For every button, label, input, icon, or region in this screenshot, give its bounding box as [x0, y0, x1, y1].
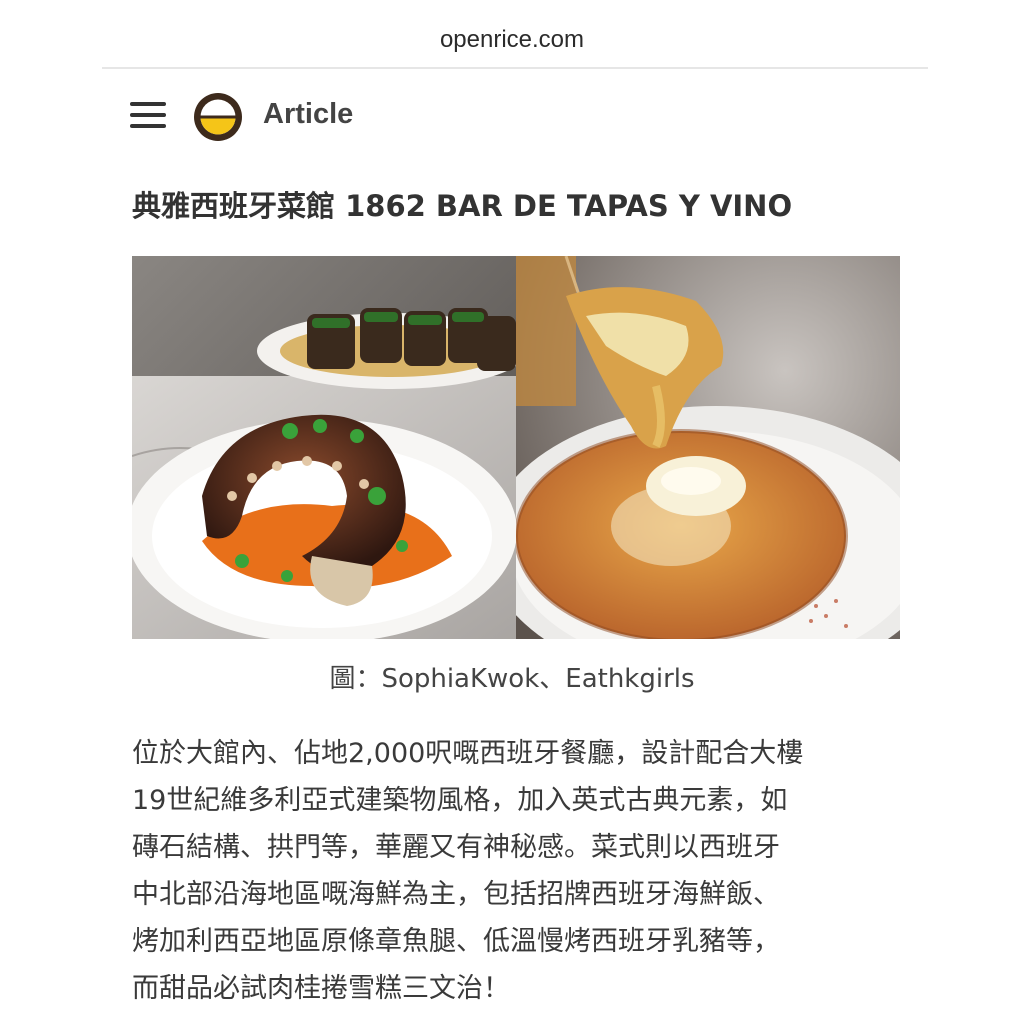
nav-title: Article — [263, 98, 354, 130]
browser-url-bar[interactable]: openrice.com — [0, 0, 1024, 69]
article-paragraph: 位於大館內、佔地2,000呎嘅西班牙餐廳，設計配合大樓 19世紀維多利亞式建築物… — [132, 730, 912, 1012]
octopus-dish-photo — [132, 256, 516, 639]
tortilla-dish-photo — [516, 256, 900, 639]
paragraph-line: 中北部沿海地區嘅海鮮為主，包括招牌西班牙海鮮飯、 — [132, 879, 780, 910]
openrice-logo-icon[interactable] — [193, 92, 243, 142]
paragraph-line: 烤加利西亞地區原條章魚腿、低溫慢烤西班牙乳豬等， — [132, 926, 780, 957]
image-caption: 圖：SophiaKwok、Eathkgirls — [329, 664, 695, 694]
url-divider — [102, 67, 928, 69]
article-headline: 典雅西班牙菜館 1862 BAR DE TAPAS Y VINO — [132, 189, 793, 223]
paragraph-line: 位於大館內、佔地2,000呎嘅西班牙餐廳，設計配合大樓 — [132, 738, 804, 769]
url-text[interactable]: openrice.com — [0, 26, 1024, 54]
hamburger-menu-icon[interactable] — [130, 100, 166, 130]
paragraph-line: 而甜品必試肉桂捲雪糕三文治！ — [132, 973, 510, 1004]
paragraph-line: 19世紀維多利亞式建築物風格，加入英式古典元素，如 — [132, 785, 788, 816]
paragraph-line: 磚石結構、拱門等，華麗又有神秘感。菜式則以西班牙 — [132, 832, 780, 863]
